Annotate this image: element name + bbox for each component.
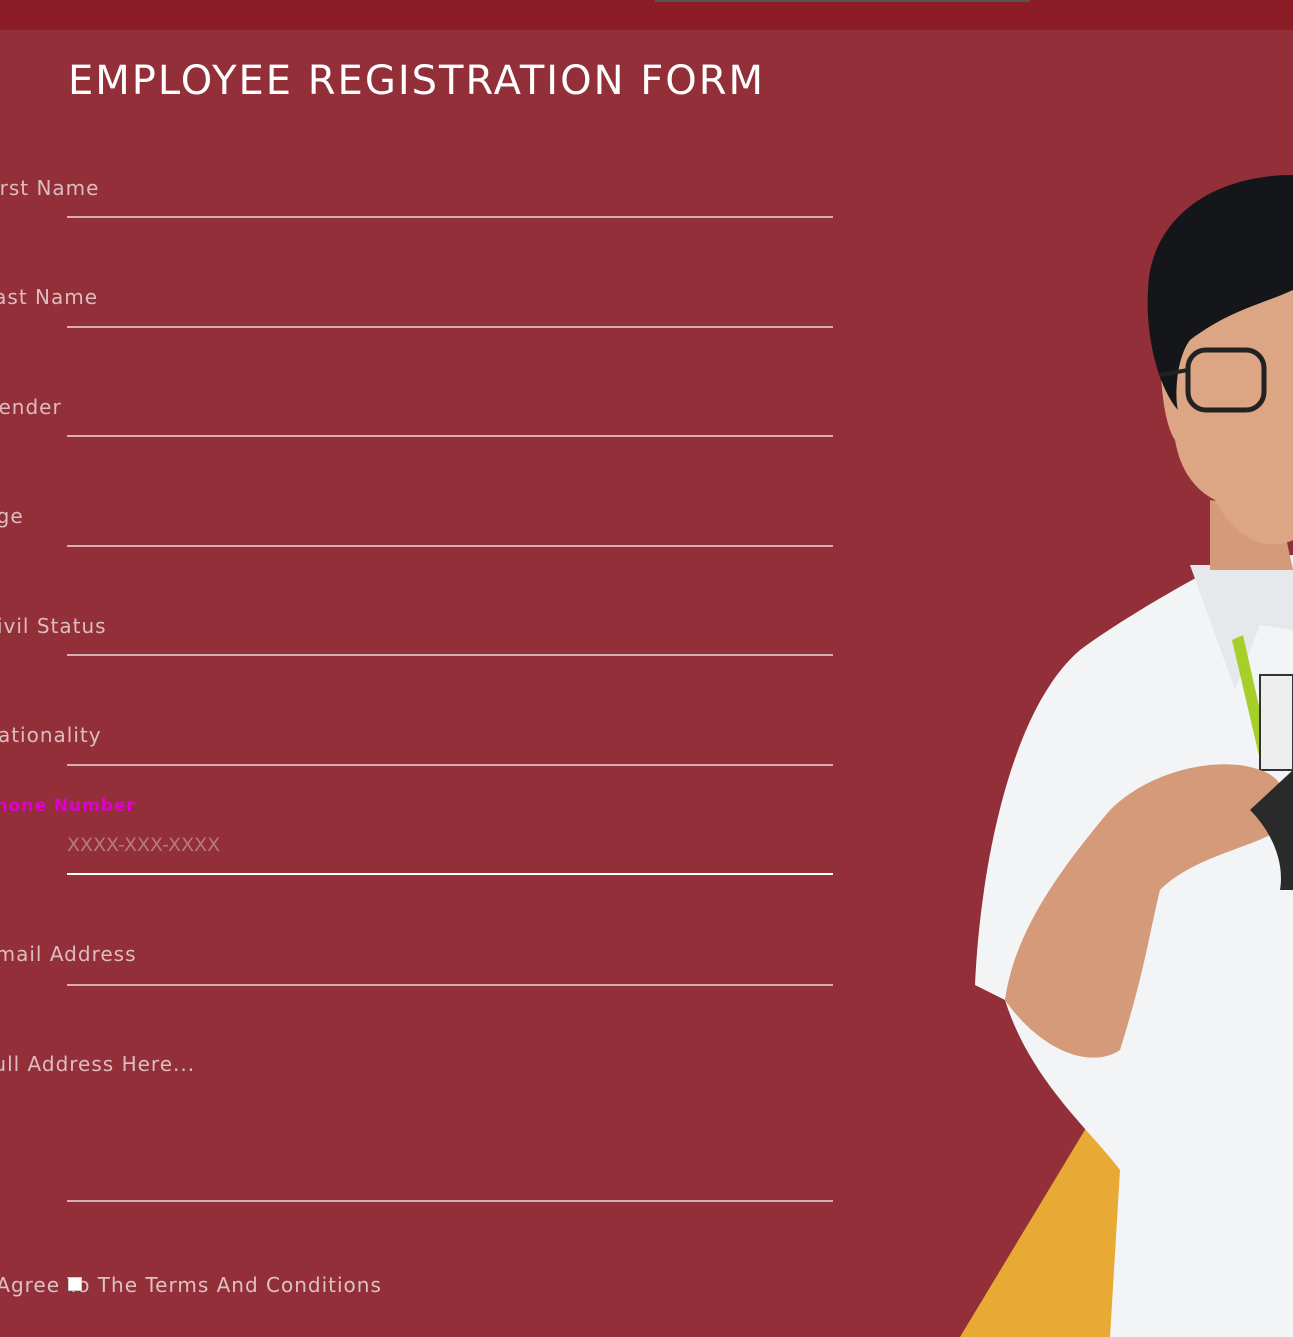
age-underline: [67, 545, 833, 547]
full-address-underline: [67, 1200, 833, 1202]
email-address-underline: [67, 984, 833, 986]
email-address-label: Email Address: [0, 942, 137, 966]
civil-status-field[interactable]: Civil Status: [0, 610, 833, 660]
gender-underline: [67, 435, 833, 437]
last-name-label: Last Name: [0, 285, 99, 309]
phone-number-input[interactable]: [67, 830, 827, 860]
employee-photo: [960, 175, 1293, 1337]
age-label: Age: [0, 504, 24, 528]
civil-status-label: Civil Status: [0, 614, 107, 638]
last-name-field[interactable]: Last Name: [0, 280, 833, 330]
civil-status-underline: [67, 654, 833, 656]
terms-label: I Agree To The Terms And Conditions: [0, 1273, 382, 1297]
id-card: [1259, 674, 1293, 771]
nationality-field[interactable]: Nationality: [0, 720, 833, 770]
phone-number-label: Phone Number: [0, 796, 136, 816]
first-name-underline: [67, 216, 833, 218]
full-address-field[interactable]: Full Address Here...: [0, 1050, 833, 1205]
top-bar: [0, 0, 1293, 30]
email-address-field[interactable]: Email Address: [0, 940, 833, 990]
phone-number-underline: [67, 873, 833, 875]
nationality-label: Nationality: [0, 723, 102, 747]
first-name-label: First Name: [0, 176, 100, 200]
age-field[interactable]: Age: [0, 500, 833, 550]
full-address-label: Full Address Here...: [0, 1052, 196, 1076]
phone-number-field[interactable]: Phone Number: [0, 795, 833, 880]
page-title: EMPLOYEE REGISTRATION FORM: [68, 58, 766, 104]
last-name-underline: [67, 326, 833, 328]
terms-checkbox[interactable]: [68, 1277, 82, 1291]
gender-label: Gender: [0, 395, 62, 419]
top-bar-tab: [655, 0, 1030, 2]
nationality-underline: [67, 764, 833, 766]
gender-field[interactable]: Gender: [0, 390, 833, 440]
first-name-field[interactable]: First Name: [0, 170, 833, 220]
